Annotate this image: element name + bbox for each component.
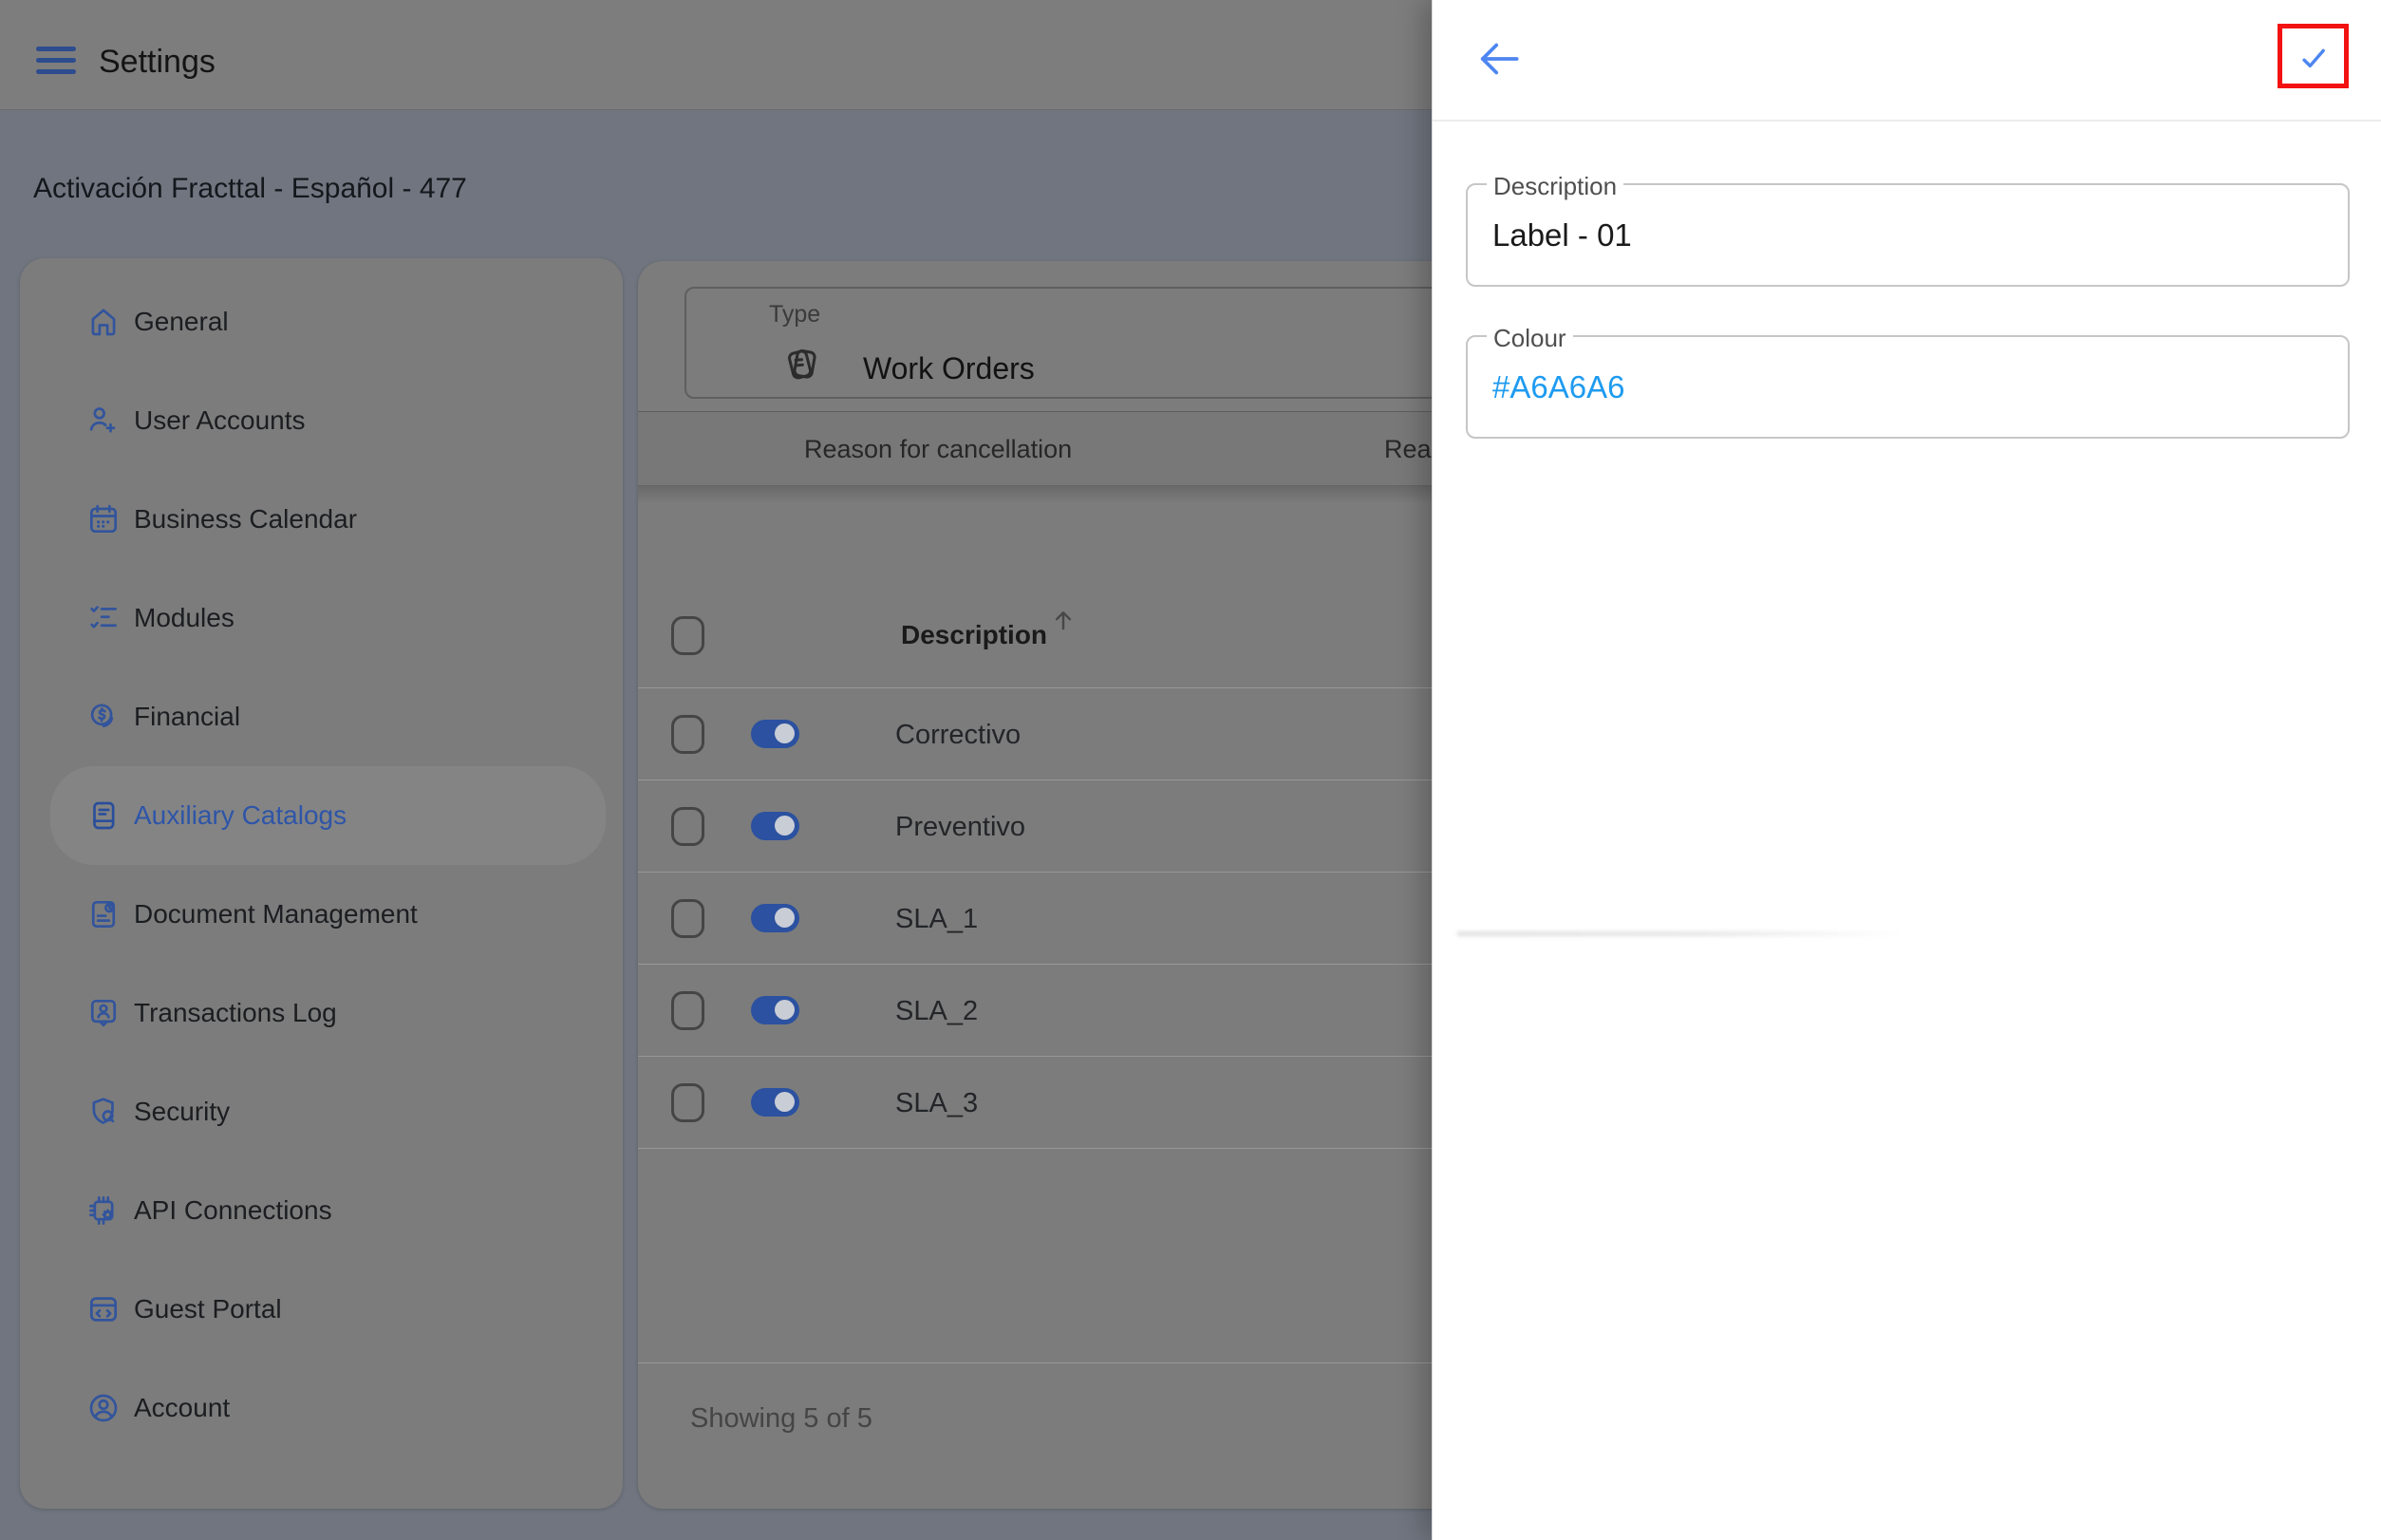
row-checkbox[interactable]	[671, 807, 704, 846]
app-header: Settings	[0, 0, 1432, 110]
save-check-icon[interactable]	[2294, 42, 2334, 74]
portal-icon	[85, 1291, 122, 1327]
checklist-icon	[85, 600, 122, 636]
sidebar-item-label: Business Calendar	[134, 504, 357, 535]
sidebar-item-label: Transactions Log	[134, 998, 337, 1028]
dollar-icon	[85, 699, 122, 735]
enabled-toggle[interactable]	[751, 812, 799, 840]
colour-field-value[interactable]: #A6A6A6	[1492, 337, 1624, 437]
annotation-highlight-box	[2278, 24, 2349, 88]
row-description: SLA_3	[895, 1088, 978, 1119]
settings-sidebar: General User Accounts Business Calendar …	[20, 258, 623, 1509]
sidebar-item-label: API Connections	[134, 1195, 332, 1226]
page-title: Settings	[99, 44, 216, 81]
row-description: SLA_1	[895, 904, 978, 935]
sidebar-item-security[interactable]: Security	[50, 1062, 606, 1161]
shield-icon	[85, 1094, 122, 1130]
description-field-value[interactable]: Label - 01	[1492, 185, 1632, 285]
sidebar-item-guest-portal[interactable]: Guest Portal	[50, 1260, 606, 1359]
sidebar-item-general[interactable]: General	[50, 272, 606, 371]
sidebar-item-financial[interactable]: Financial	[50, 667, 606, 766]
enabled-toggle[interactable]	[751, 720, 799, 748]
sidebar-item-label: Account	[134, 1393, 230, 1423]
chip-gear-icon	[85, 1193, 122, 1229]
sidebar-item-label: User Accounts	[134, 405, 306, 436]
sidebar-item-label: Document Management	[134, 899, 418, 930]
book-icon	[85, 798, 122, 834]
sidebar-item-business-calendar[interactable]: Business Calendar	[50, 470, 606, 569]
document-clock-icon	[85, 896, 122, 932]
type-select-label: Type	[759, 301, 830, 329]
workspace-subtitle: Activación Fracttal - Español - 477	[33, 173, 467, 205]
sidebar-item-label: Financial	[134, 702, 240, 732]
panel-section-shadow	[1457, 931, 1903, 936]
sidebar-item-label: Guest Portal	[134, 1294, 282, 1324]
sidebar-item-label: Security	[134, 1097, 230, 1127]
column-header-description[interactable]: Description	[901, 620, 1047, 650]
user-add-icon	[85, 403, 122, 439]
calendar-icon	[85, 501, 122, 537]
row-description: Correctivo	[895, 720, 1021, 751]
home-icon	[85, 304, 122, 340]
sidebar-item-api-connections[interactable]: API Connections	[50, 1161, 606, 1260]
sidebar-item-account[interactable]: Account	[50, 1359, 606, 1457]
person-log-icon	[85, 995, 122, 1031]
enabled-toggle[interactable]	[751, 1088, 799, 1117]
type-select-value: Work Orders	[863, 351, 1035, 386]
row-checkbox[interactable]	[671, 991, 704, 1030]
sidebar-item-auxiliary-catalogs[interactable]: Auxiliary Catalogs	[50, 766, 606, 865]
enabled-toggle[interactable]	[751, 904, 799, 932]
label-edit-panel: Description Label - 01 Colour #A6A6A6	[1432, 0, 2381, 1540]
description-field[interactable]: Description Label - 01	[1466, 183, 2350, 287]
row-description: Preventivo	[895, 812, 1025, 843]
sidebar-item-document-management[interactable]: Document Management	[50, 865, 606, 964]
sidebar-item-transactions-log[interactable]: Transactions Log	[50, 964, 606, 1062]
row-checkbox[interactable]	[671, 1083, 704, 1122]
select-all-checkbox[interactable]	[671, 616, 704, 655]
sidebar-item-user-accounts[interactable]: User Accounts	[50, 371, 606, 470]
panel-header	[1433, 0, 2381, 122]
sidebar-item-modules[interactable]: Modules	[50, 569, 606, 667]
row-checkbox[interactable]	[671, 715, 704, 754]
row-count-status: Showing 5 of 5	[690, 1403, 872, 1435]
tags-icon	[778, 342, 823, 387]
hamburger-menu-icon[interactable]	[36, 47, 76, 74]
tab-reason-for-cancellation[interactable]: Reason for cancellation	[804, 435, 1072, 464]
sidebar-item-label: Auxiliary Catalogs	[134, 800, 347, 831]
screen: Settings Activación Fracttal - Español -…	[0, 0, 2381, 1540]
account-circle-icon	[85, 1390, 122, 1426]
row-checkbox[interactable]	[671, 899, 704, 938]
enabled-toggle[interactable]	[751, 996, 799, 1024]
sort-ascending-icon[interactable]	[1048, 605, 1078, 635]
row-description: SLA_2	[895, 996, 978, 1027]
back-arrow-icon[interactable]	[1472, 32, 1526, 85]
sidebar-item-label: General	[134, 307, 229, 337]
colour-field[interactable]: Colour #A6A6A6	[1466, 335, 2350, 439]
sidebar-item-label: Modules	[134, 603, 234, 633]
